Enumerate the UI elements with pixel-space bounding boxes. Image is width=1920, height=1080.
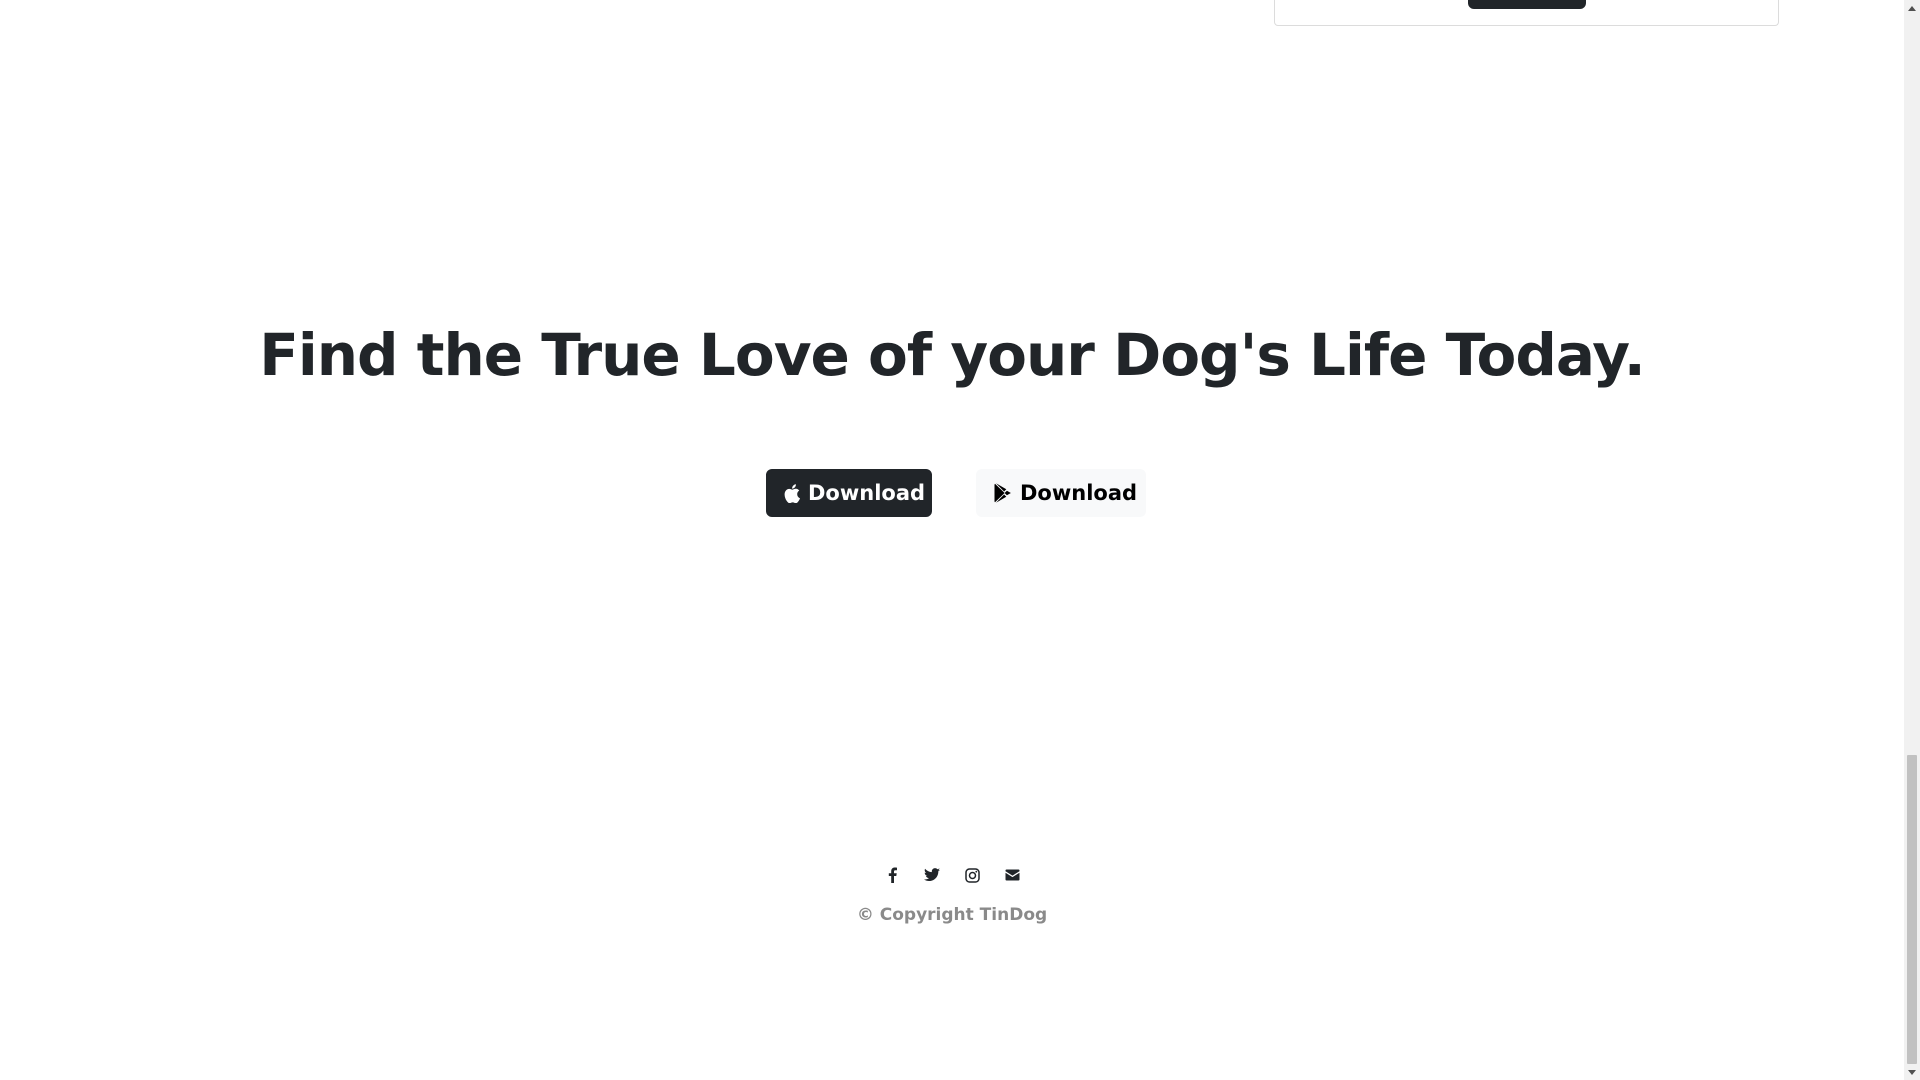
facebook-icon[interactable] <box>883 866 901 884</box>
apple-download-button[interactable]: Download <box>766 469 932 517</box>
google-play-icon <box>994 482 1012 504</box>
instagram-icon[interactable] <box>963 866 981 884</box>
apple-icon <box>784 482 800 504</box>
download-buttons: Download Download <box>0 469 1904 517</box>
scroll-up-arrow-icon[interactable] <box>1904 0 1920 16</box>
page: Find the True Love of your Dog's Life To… <box>0 0 1920 1080</box>
google-play-download-button[interactable]: Download <box>976 469 1146 517</box>
apple-download-label: Download <box>808 481 926 505</box>
scroll-down-arrow-icon[interactable] <box>1904 1064 1920 1080</box>
scrollbar-thumb[interactable] <box>1907 755 1917 1064</box>
pricing-card <box>1274 0 1779 26</box>
google-play-download-label: Download <box>1020 481 1138 505</box>
footer-social-icons <box>0 866 1904 884</box>
cta-title: Find the True Love of your Dog's Life To… <box>259 321 1646 389</box>
copyright-text: © Copyright TinDog <box>856 905 1048 925</box>
page-content: Find the True Love of your Dog's Life To… <box>0 0 1904 1080</box>
vertical-scrollbar[interactable] <box>1904 0 1920 1080</box>
twitter-icon[interactable] <box>923 866 941 884</box>
pricing-card-button[interactable] <box>1468 0 1586 9</box>
envelope-icon[interactable] <box>1003 866 1021 884</box>
